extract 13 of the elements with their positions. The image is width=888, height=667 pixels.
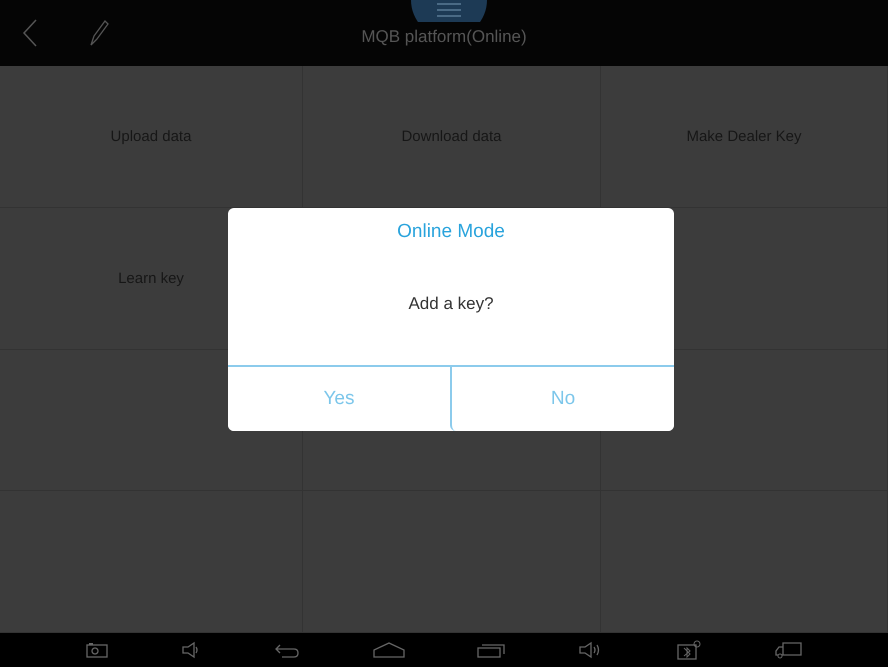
bluetooth-device-icon[interactable]	[676, 640, 701, 660]
back-icon[interactable]	[274, 642, 300, 658]
back-icon[interactable]	[22, 18, 38, 48]
cancel-button[interactable]: No	[450, 367, 674, 431]
pencil-icon[interactable]	[88, 18, 110, 48]
home-icon[interactable]	[372, 642, 405, 658]
recent-apps-icon[interactable]	[477, 642, 506, 658]
camera-icon[interactable]	[86, 642, 108, 658]
truck-icon[interactable]	[774, 641, 802, 659]
dialog-message: Add a key?	[407, 293, 495, 315]
window-title: MQB platform(Online)	[361, 27, 527, 47]
menu-icon[interactable]	[411, 0, 487, 22]
dialog-title: Online Mode	[396, 221, 506, 243]
